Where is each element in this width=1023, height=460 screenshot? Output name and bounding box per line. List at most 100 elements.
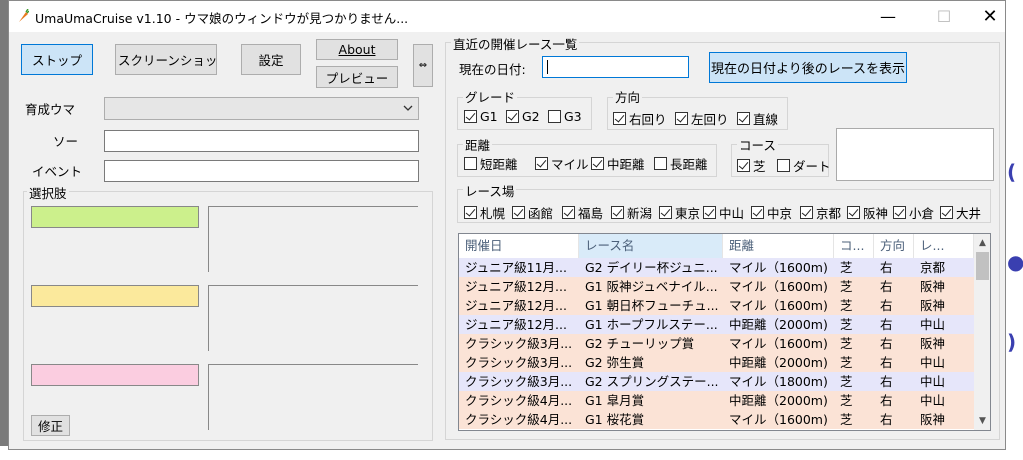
table-header: 開催日 レース名 距離 コ... 方向 レ... [459,234,974,258]
checkbox-label: G1 [480,109,498,124]
row-course: 芝 [834,315,874,334]
current-date-input[interactable] [542,56,689,78]
show-after-date-button[interactable]: 現在の日付より後のレースを表示 [709,52,907,83]
grade-g1-checkbox[interactable]: G1 [464,109,498,124]
venue-hakodate-checkbox[interactable]: 函館 [512,203,553,222]
row-course: 芝 [834,410,874,429]
row-course: 芝 [834,372,874,391]
direction-right-checkbox[interactable]: 右回り [613,109,667,128]
course-dirt-checkbox[interactable]: ダート [777,156,831,175]
choices-group-label: 選択肢 [27,183,69,202]
column-header-distance[interactable]: 距離 [723,234,834,258]
current-date-label: 現在の日付: [459,62,526,77]
table-row[interactable]: ジュニア級12月... G1 朝日杯フューチュ... マイル（1600m) 芝右阪神 [459,296,974,315]
source-field[interactable] [104,130,419,152]
distance-sprint-checkbox[interactable]: 短距離 [464,154,518,173]
venue-nakayama-checkbox[interactable]: 中山 [703,203,744,222]
checkbox-box [464,206,477,219]
scroll-up-arrow-icon[interactable]: ▲ [974,236,990,250]
row-distance: マイル（1800m) [723,372,834,391]
table-scrollbar[interactable]: ▲ ▼ [974,234,990,430]
toggle-panel-button[interactable]: ⇔ [413,44,433,87]
minimize-button[interactable]: — [865,1,911,32]
venue-kokura-checkbox[interactable]: 小倉 [893,203,934,222]
row-course: 芝 [834,296,874,315]
scroll-down-arrow-icon[interactable]: ▼ [974,414,990,428]
table-row[interactable]: クラシック級4月... G1 皐月賞 中距離（2000m) 芝右中山 [459,391,974,410]
row-race-name: G2 デイリー杯ジュニ... [579,258,723,277]
distance-mile-checkbox[interactable]: マイル [535,154,589,173]
venue-fukushima-checkbox[interactable]: 福島 [562,203,603,222]
close-button[interactable]: ✕ [967,1,1013,32]
maximize-button[interactable]: ☐ [921,1,967,32]
table-row[interactable]: ジュニア級12月... G1 阪神ジュベナイル... マイル（1600m) 芝右阪神 [459,277,974,296]
row-course: 芝 [834,277,874,296]
row-direction: 右 [874,334,914,353]
table-row[interactable]: クラシック級3月... G2 スプリングステー... マイル（1800m) 芝右中山 [459,372,974,391]
row-venue: 京都 [914,258,974,277]
choice-1-border-top [208,206,418,207]
stop-button[interactable]: ストップ [21,44,93,75]
table-row[interactable]: クラシック級4月... G1 桜花賞 マイル（1600m) 芝右阪神 [459,410,974,429]
venue-kyoto-checkbox[interactable]: 京都 [800,203,841,222]
checkbox-label: 左回り [691,112,729,127]
checkbox-box [737,159,750,172]
column-header-venue[interactable]: レ... [914,234,974,258]
venue-sapporo-checkbox[interactable]: 札幌 [464,203,505,222]
table-row[interactable]: クラシック級3月... G2 弥生賞 中距離（2000m) 芝右中山 [459,353,974,372]
course-turf-checkbox[interactable]: 芝 [737,156,766,175]
window-title: UmaUmaCruise v1.10 - ウマ娘のウィンドウが見つかりません..… [35,11,409,26]
column-header-direction[interactable]: 方向 [874,234,914,258]
venue-tokyo-checkbox[interactable]: 東京 [659,203,700,222]
row-venue: 中山 [914,372,974,391]
venue-hanshin-checkbox[interactable]: 阪神 [847,203,888,222]
settings-button[interactable]: 設定 [241,44,301,75]
fix-button[interactable]: 修正 [31,415,70,436]
direction-group-label: 方向 [613,87,643,106]
row-distance: マイル（1600m) [723,277,834,296]
screenshot-button[interactable]: スクリーンショット [115,44,217,75]
row-distance: マイル（1600m) [723,296,834,315]
row-course: 芝 [834,334,874,353]
event-field[interactable] [104,160,419,182]
row-distance: 中距離（2000m) [723,315,834,334]
row-venue: 中山 [914,353,974,372]
row-race-name: G1 桜花賞 [579,410,723,429]
checkbox-box [777,159,790,172]
venue-group-label: レース場 [463,181,517,200]
distance-long-checkbox[interactable]: 長距離 [654,154,708,173]
row-direction: 右 [874,353,914,372]
table-row[interactable]: ジュニア級11月... G2 デイリー杯ジュニ... マイル（1600m) 芝右京都 [459,258,974,277]
source-label: ソー [53,134,79,149]
venue-chukyo-checkbox[interactable]: 中京 [751,203,792,222]
venue-niigata-checkbox[interactable]: 新潟 [611,203,652,222]
background-app-strip: ( ● ) [1005,0,1023,460]
memo-box[interactable] [836,128,994,181]
checkbox-box [613,112,626,125]
preview-button[interactable]: プレビュー [316,66,398,88]
distance-middle-checkbox[interactable]: 中距離 [591,154,645,173]
grade-g2-checkbox[interactable]: G2 [506,109,540,124]
grade-g3-checkbox[interactable]: G3 [548,109,582,124]
carrot-icon [19,9,29,22]
venue-ooi-checkbox[interactable]: 大井 [940,203,981,222]
row-venue: 中山 [914,315,974,334]
row-race-name: G1 朝日杯フューチュ... [579,296,723,315]
row-distance: 中距離（2000m) [723,353,834,372]
column-header-race-name[interactable]: レース名 [579,234,723,258]
chevron-down-icon [403,105,413,111]
direction-straight-checkbox[interactable]: 直線 [737,109,778,128]
column-header-date[interactable]: 開催日 [459,234,579,258]
about-button[interactable]: About [316,39,398,60]
umamusume-select[interactable] [104,97,419,120]
choice-2-text [211,288,416,348]
row-venue: 阪神 [914,410,974,429]
table-row[interactable]: ジュニア級12月... G1 ホープフルステー... 中距離（2000m) 芝右中山 [459,315,974,334]
row-race-name: G1 ホープフルステー... [579,315,723,334]
table-row[interactable]: クラシック級3月... G2 チューリップ賞 マイル（1600m) 芝右阪神 [459,334,974,353]
race-table[interactable]: 開催日 レース名 距離 コ... 方向 レ... ジュニア級11月... G2 デ… [458,233,991,431]
column-header-course[interactable]: コ... [834,234,874,258]
direction-left-checkbox[interactable]: 左回り [675,109,729,128]
row-date: クラシック級4月... [459,391,579,410]
scroll-thumb[interactable] [976,252,989,280]
